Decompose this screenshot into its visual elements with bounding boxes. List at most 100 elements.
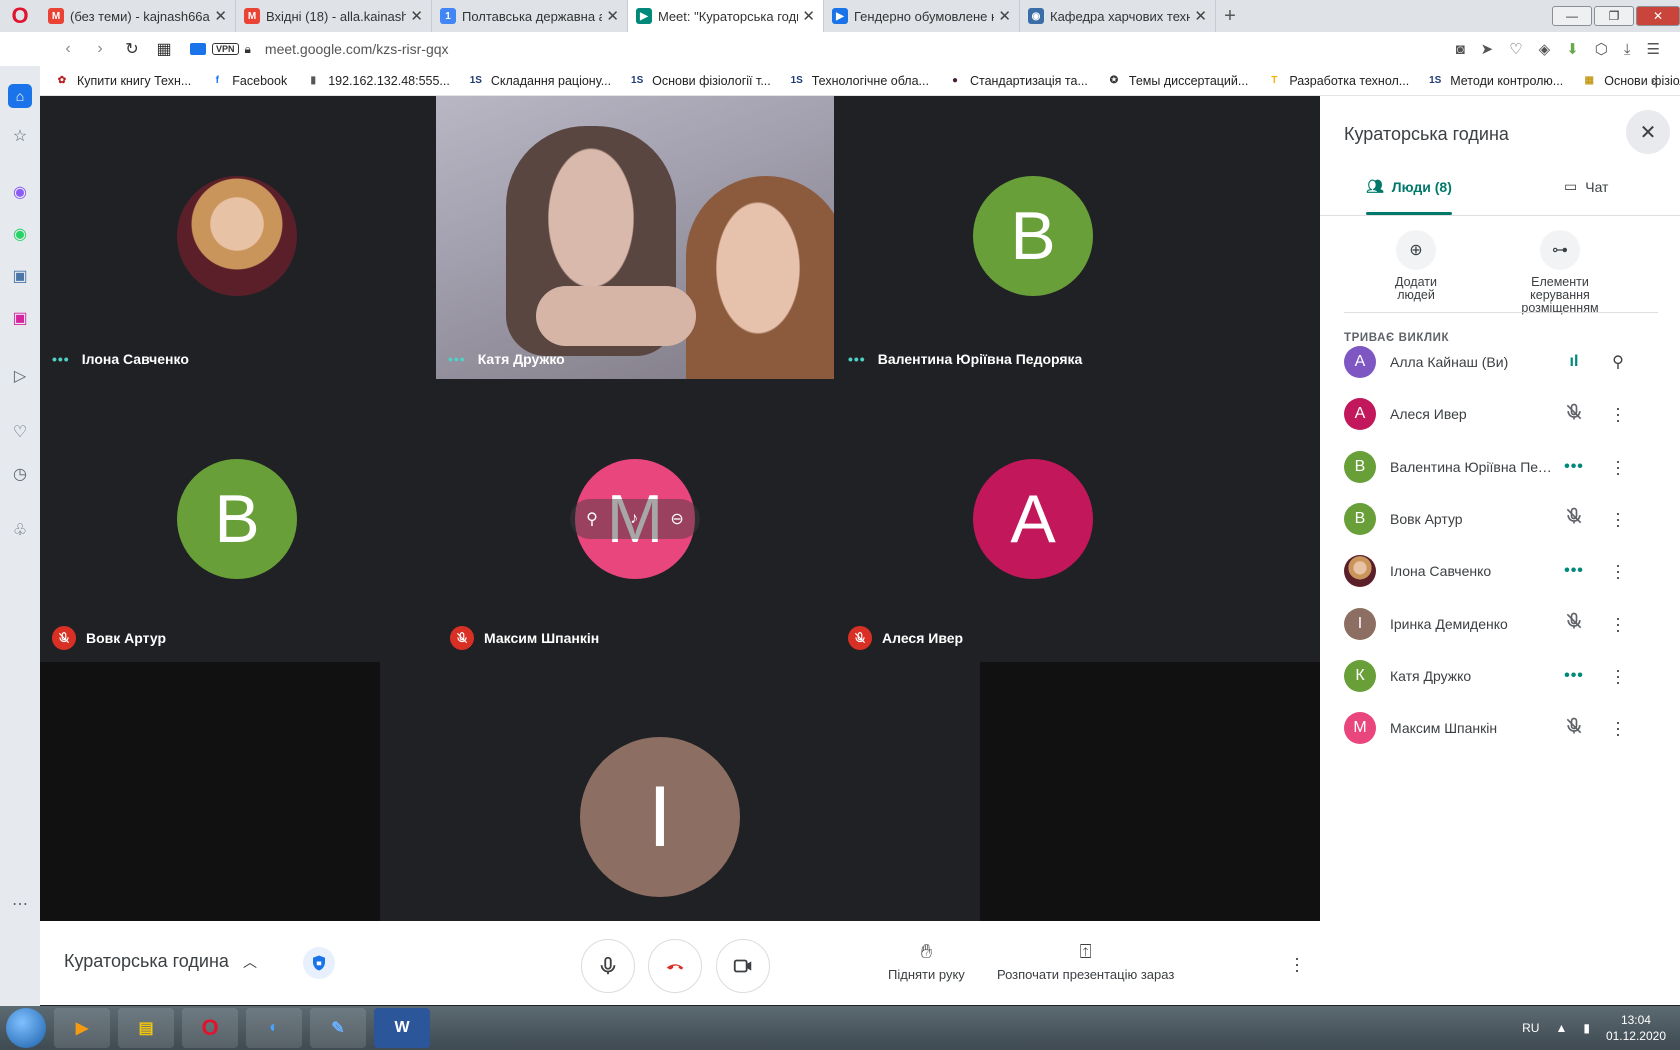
home-icon[interactable]: ⌂ bbox=[8, 84, 32, 108]
send-icon[interactable]: ▷ bbox=[8, 364, 32, 388]
start-button[interactable] bbox=[6, 1008, 46, 1048]
tray-expand-icon[interactable]: ▲ bbox=[1555, 1021, 1567, 1035]
instagram-icon[interactable]: ▣ bbox=[8, 306, 32, 330]
present-now-button[interactable]: ⍐ Розпочати презентацію зараз bbox=[997, 941, 1174, 982]
close-tab-icon[interactable]: ✕ bbox=[802, 7, 815, 25]
microphone-button[interactable] bbox=[581, 939, 635, 993]
close-tab-icon[interactable]: ✕ bbox=[410, 7, 423, 25]
extension-icon[interactable]: ◈ bbox=[1539, 40, 1551, 58]
leave-call-button[interactable] bbox=[648, 939, 702, 993]
participant-tile[interactable]: В ••• Валентина Юріївна Педоряка bbox=[836, 96, 1234, 379]
participant-row[interactable]: К Катя Дружко ••• · · · bbox=[1344, 651, 1664, 701]
participant-video[interactable]: ••• Катя Дружко bbox=[436, 96, 834, 379]
browser-tab[interactable]: M Вхідні (18) - alla.kainash@p✕ bbox=[236, 0, 432, 32]
participant-tile[interactable]: М ⚲ ♪ ⊖ Максим Шпанкін bbox=[438, 379, 836, 662]
bookmark-item[interactable]: T Разработка технол... bbox=[1266, 73, 1409, 89]
url-field[interactable]: meet.google.com/kzs-risr-gqx bbox=[265, 41, 449, 57]
close-window-button[interactable]: ✕ bbox=[1636, 6, 1680, 26]
bookmark-item[interactable]: 1S Основи фізіології т... bbox=[629, 73, 771, 89]
new-tab-button[interactable]: + bbox=[1216, 5, 1244, 28]
more-options-icon[interactable]: · · · bbox=[1608, 609, 1628, 639]
send-icon[interactable]: ➤ bbox=[1481, 40, 1494, 58]
bookmark-item[interactable]: ✿ Купити книгу Техн... bbox=[54, 73, 192, 89]
close-tab-icon[interactable]: ✕ bbox=[606, 7, 619, 25]
tab-chat[interactable]: ▭ Чат bbox=[1564, 178, 1608, 195]
meeting-details[interactable]: Кураторська година ︿ bbox=[64, 951, 257, 972]
participant-tile[interactable]: ••• Ілона Савченко bbox=[40, 96, 438, 379]
language-indicator[interactable]: RU bbox=[1522, 1021, 1539, 1035]
star-icon[interactable]: ☆ bbox=[8, 124, 32, 148]
browser-tab[interactable]: ◉ Кафедра харчових техноло✕ bbox=[1020, 0, 1216, 32]
close-tab-icon[interactable]: ✕ bbox=[1194, 7, 1207, 25]
opera-taskbar-icon[interactable]: O bbox=[182, 1008, 238, 1048]
browser-tab[interactable]: ▶ Meet: "Кураторська годин ✕ bbox=[628, 0, 824, 32]
bookmark-item[interactable]: ▦ Основи фізіології т... bbox=[1581, 73, 1680, 89]
bookmark-heart-icon[interactable]: ♡ bbox=[1509, 40, 1522, 58]
more-options-icon[interactable]: · · · bbox=[1608, 556, 1628, 586]
add-people-button[interactable]: ⊕ Додати людей bbox=[1356, 230, 1476, 302]
raise-hand-button[interactable]: ✋︎ Підняти руку bbox=[888, 941, 965, 982]
back-icon[interactable]: ‹ bbox=[52, 40, 84, 58]
more-options-icon[interactable]: · · · bbox=[1294, 949, 1300, 979]
browser-tab[interactable]: 1 Полтавська державна агра✕ bbox=[432, 0, 628, 32]
more-options-icon[interactable]: · · · bbox=[1608, 399, 1628, 429]
participant-tile[interactable]: В Вовк Артур bbox=[40, 379, 438, 662]
bookmark-item[interactable]: ▮ 192.162.132.48:555... bbox=[305, 73, 449, 89]
thunderbird-icon[interactable]: ◐ bbox=[246, 1008, 302, 1048]
more-options-icon[interactable]: · · · bbox=[1608, 504, 1628, 534]
more-options-icon[interactable]: · · · bbox=[1608, 661, 1628, 691]
file-explorer-icon[interactable]: ▤ bbox=[118, 1008, 174, 1048]
more-icon[interactable]: ⋯ bbox=[8, 892, 32, 916]
participant-row[interactable]: Ілона Савченко ••• · · · bbox=[1344, 546, 1664, 596]
participant-tile[interactable]: А Алеся Ивер bbox=[836, 379, 1234, 662]
download-extension-icon[interactable]: ⬇ bbox=[1566, 40, 1579, 58]
mute-icon[interactable]: ♪ bbox=[630, 510, 638, 528]
participant-row[interactable]: В Валентина Юріївна Пед... ••• · · · bbox=[1344, 442, 1664, 492]
tab-people[interactable]: 👥︎ Люди (8) bbox=[1366, 178, 1452, 195]
browser-tab[interactable]: M (без теми) - kajnash66ap@✕ bbox=[40, 0, 236, 32]
close-tab-icon[interactable]: ✕ bbox=[214, 7, 227, 25]
opera-menu-icon[interactable]: O bbox=[0, 0, 40, 32]
restore-button[interactable]: ❐ bbox=[1594, 6, 1634, 26]
browser-tab[interactable]: ▶ Гендерно обумовлене нас✕ bbox=[824, 0, 1020, 32]
messenger-icon[interactable]: ◉ bbox=[8, 180, 32, 204]
snapshot-icon[interactable]: ◙ bbox=[1456, 41, 1465, 58]
media-player-icon[interactable]: ▶ bbox=[54, 1008, 110, 1048]
remove-icon[interactable]: ⊖ bbox=[670, 509, 683, 529]
paint-icon[interactable]: ✎ bbox=[310, 1008, 366, 1048]
vk-icon[interactable]: ▣ bbox=[8, 264, 32, 288]
bookmark-item[interactable]: 1S Технологічне обла... bbox=[789, 73, 929, 89]
close-panel-button[interactable]: ✕ bbox=[1626, 110, 1670, 154]
cube-icon[interactable]: ⬡ bbox=[1595, 40, 1608, 58]
pin-icon[interactable]: ⚲ bbox=[586, 509, 598, 529]
more-options-icon[interactable]: · · · bbox=[1608, 713, 1628, 743]
reload-icon[interactable]: ↻ bbox=[116, 39, 148, 59]
host-shield-icon[interactable] bbox=[303, 947, 335, 979]
more-options-icon[interactable]: · · · bbox=[1608, 452, 1628, 482]
lightbulb-icon[interactable]: ♧ bbox=[8, 518, 32, 542]
network-icon[interactable]: ▮ bbox=[1583, 1021, 1590, 1035]
bookmark-item[interactable]: ● Стандартизація та... bbox=[947, 73, 1088, 89]
participant-row[interactable]: М Максим Шпанкін · · · bbox=[1344, 703, 1664, 753]
participant-tile[interactable]: І bbox=[380, 662, 940, 921]
lock-icon[interactable]: 🔒︎ bbox=[245, 42, 251, 57]
forward-icon[interactable]: › bbox=[84, 40, 116, 58]
participant-row[interactable]: І Іринка Демиденко · · · bbox=[1344, 599, 1664, 649]
participant-row[interactable]: А Алла Кайнаш (Ви) ıl ⚲ bbox=[1344, 337, 1664, 387]
downloads-icon[interactable]: ⤓ bbox=[1624, 41, 1631, 58]
participant-row[interactable]: А Алеся Ивер · · · bbox=[1344, 389, 1664, 439]
speed-dial-icon[interactable]: ▦ bbox=[148, 39, 180, 59]
bookmark-item[interactable]: ✪ Темы диссертаций... bbox=[1106, 73, 1249, 89]
bookmark-item[interactable]: f Facebook bbox=[209, 73, 288, 89]
pin-icon[interactable]: ⚲ bbox=[1608, 352, 1628, 372]
heart-icon[interactable]: ♡ bbox=[8, 420, 32, 444]
camera-button[interactable] bbox=[716, 939, 770, 993]
vpn-badge[interactable]: VPN bbox=[212, 43, 239, 55]
close-tab-icon[interactable]: ✕ bbox=[998, 7, 1011, 25]
word-icon[interactable]: W bbox=[374, 1008, 430, 1048]
history-icon[interactable]: ◷ bbox=[8, 462, 32, 486]
easy-setup-icon[interactable]: ☰ bbox=[1647, 40, 1660, 58]
minimize-button[interactable]: — bbox=[1552, 6, 1592, 26]
host-controls-button[interactable]: ⊶ Елементи керування розміщенням bbox=[1500, 230, 1620, 315]
clock[interactable]: 13:04 01.12.2020 bbox=[1606, 1012, 1666, 1044]
